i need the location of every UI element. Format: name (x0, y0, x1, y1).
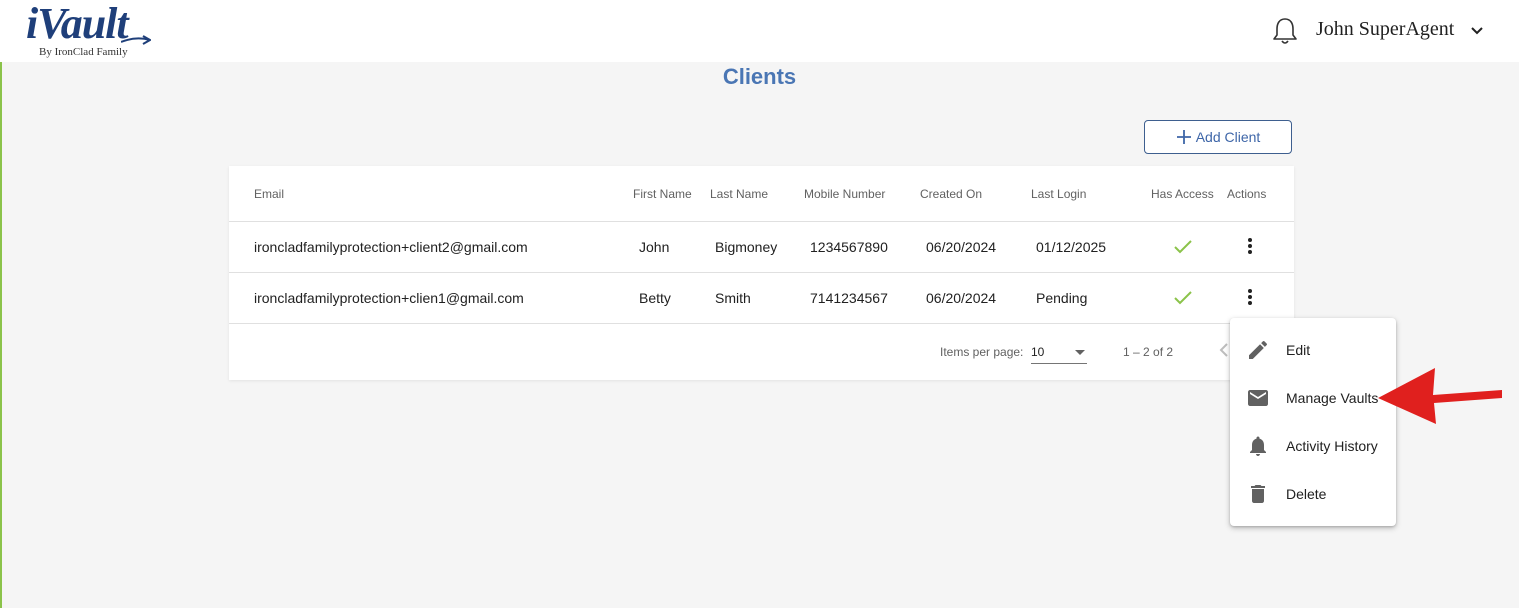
bell-icon (1250, 436, 1266, 456)
check-icon (1174, 291, 1192, 305)
check-icon (1174, 240, 1192, 254)
bell-icon[interactable] (1270, 16, 1300, 46)
cell-last-login: 01/12/2025 (1036, 239, 1107, 255)
menu-item-delete[interactable]: Delete (1230, 470, 1396, 518)
cell-first-name: John (639, 239, 670, 255)
cell-created-on: 06/20/2024 (926, 290, 997, 306)
chevron-left-icon[interactable] (1219, 342, 1229, 358)
header-last-name[interactable]: Last Name (710, 187, 768, 201)
clients-table: Email First Name Last Name Mobile Number… (229, 166, 1294, 380)
trash-icon (1251, 485, 1265, 503)
header-mobile-number[interactable]: Mobile Number (804, 187, 885, 201)
menu-item-activity-history[interactable]: Activity History (1230, 422, 1396, 470)
cell-created-on: 06/20/2024 (926, 239, 997, 255)
cell-mobile: 7141234567 (810, 290, 888, 306)
items-per-page-value: 10 (1031, 345, 1045, 359)
header-last-login[interactable]: Last Login (1031, 187, 1086, 201)
row-actions-button[interactable] (1240, 287, 1260, 311)
row-actions-button[interactable] (1240, 236, 1260, 260)
left-edge-accent (0, 0, 2, 608)
cell-email: ironcladfamilyprotection+client2@gmail.c… (254, 239, 528, 255)
red-arrow-annotation-icon (1378, 368, 1502, 424)
cell-last-login: Pending (1036, 290, 1088, 306)
header-created-on[interactable]: Created On (920, 187, 982, 201)
pencil-icon (1249, 340, 1268, 359)
divider (229, 272, 1294, 273)
ivault-logo[interactable]: iVault By IronClad Family (26, 0, 156, 62)
chevron-down-icon[interactable] (1471, 26, 1483, 36)
items-per-page-select[interactable]: 10 (1031, 341, 1087, 364)
top-bar: iVault By IronClad Family John SuperAgen… (0, 0, 1519, 62)
cell-email: ironcladfamilyprotection+clien1@gmail.co… (254, 290, 524, 306)
header-has-access[interactable]: Has Access (1151, 187, 1214, 201)
cell-mobile: 1234567890 (810, 239, 888, 255)
menu-item-label: Manage Vaults (1286, 390, 1379, 406)
logo-subtitle: By IronClad Family (39, 46, 128, 58)
add-client-button[interactable]: Add Client (1144, 120, 1292, 154)
items-per-page-label: Items per page: (940, 345, 1024, 359)
divider (229, 221, 1294, 222)
add-client-label: Add Client (1195, 129, 1261, 145)
page-title: Clients (722, 64, 797, 89)
header-email[interactable]: Email (254, 187, 284, 201)
user-name[interactable]: John SuperAgent (1316, 18, 1454, 41)
menu-item-label: Delete (1286, 486, 1327, 502)
menu-item-label: Edit (1286, 342, 1311, 358)
cell-last-name: Smith (715, 290, 751, 306)
logo-text: iVault (26, 0, 129, 48)
header-first-name[interactable]: First Name (633, 187, 692, 201)
menu-item-manage-vaults[interactable]: Manage Vaults (1230, 374, 1396, 422)
mail-icon (1248, 390, 1268, 406)
dropdown-arrow-icon (1075, 350, 1085, 355)
plus-icon (1176, 130, 1191, 144)
cell-last-name: Bigmoney (715, 239, 778, 255)
menu-item-edit[interactable]: Edit (1230, 326, 1396, 374)
pagination-range: 1 – 2 of 2 (1123, 345, 1174, 359)
divider (229, 323, 1294, 324)
header-actions: Actions (1227, 187, 1267, 201)
cell-first-name: Betty (639, 290, 671, 306)
row-actions-menu: Edit Manage Vaults Activity History Dele… (1230, 318, 1396, 526)
menu-item-label: Activity History (1286, 438, 1378, 454)
